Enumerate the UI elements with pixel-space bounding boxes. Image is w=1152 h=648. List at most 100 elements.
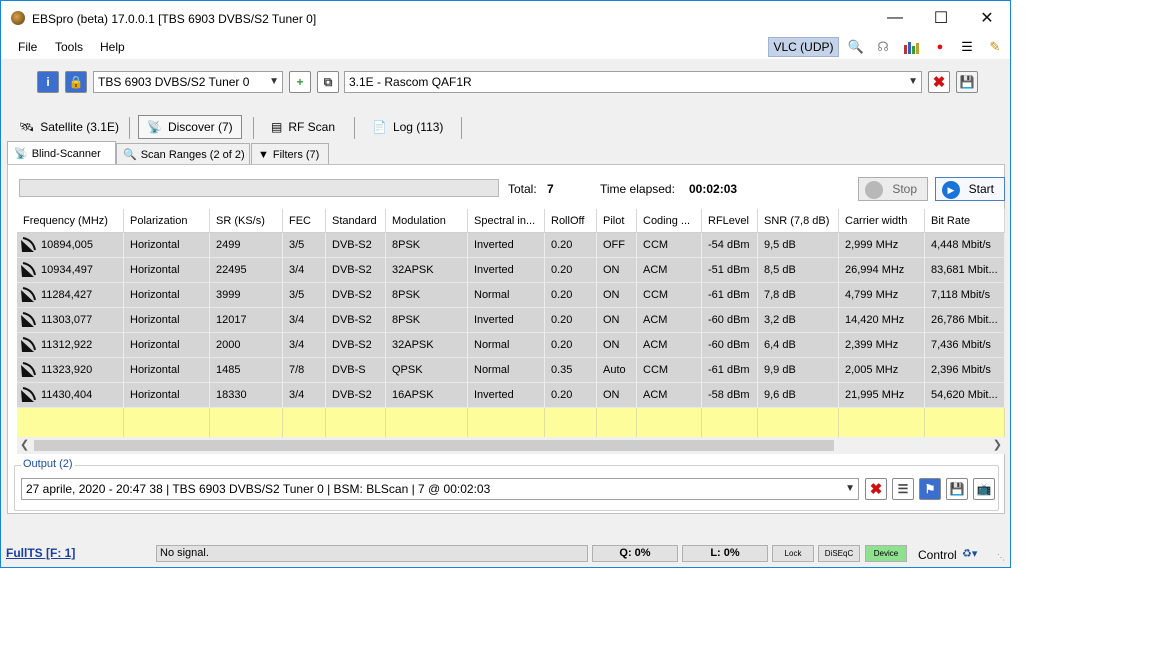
start-button[interactable]: ▶ Start <box>935 177 1005 201</box>
stop-button[interactable]: Stop <box>858 177 928 201</box>
column-header[interactable]: Carrier width <box>839 209 925 232</box>
satellite-dish-icon: 📡 <box>147 120 162 134</box>
column-header[interactable]: Polarization <box>124 209 210 232</box>
table-row[interactable]: 11284,427 Horizontal 3999 3/5 DVB-S2 8PSK Norm… <box>17 283 1005 308</box>
cell-spectral-inversion: Normal <box>468 283 545 307</box>
tv-icon[interactable]: 📺 <box>973 478 995 500</box>
control-label[interactable]: Control <box>918 548 957 562</box>
resize-grip-icon[interactable]: ⋱ <box>997 553 1005 562</box>
control-dropdown-icon[interactable]: ♻▾ <box>962 547 977 560</box>
tab-scan-ranges[interactable]: 🔍 Scan Ranges (2 of 2) <box>116 143 250 165</box>
table-row[interactable]: 11430,404 Horizontal 18330 3/4 DVB-S2 16APSK I… <box>17 383 1005 408</box>
table-row[interactable]: 11303,077 Horizontal 12017 3/4 DVB-S2 8PSK Inv… <box>17 308 1005 333</box>
table-row[interactable]: 11312,922 Horizontal 2000 3/4 DVB-S2 32APSK No… <box>17 333 1005 358</box>
column-header[interactable]: Frequency (MHz) <box>17 209 124 232</box>
menu-help[interactable]: Help <box>100 40 125 54</box>
cell-polarization: Horizontal <box>124 283 210 307</box>
scroll-left-icon[interactable]: ❮ <box>20 438 29 451</box>
frequency-text: 10894,005 <box>41 238 93 251</box>
filter-icon: ▼ <box>258 148 269 161</box>
column-header[interactable]: SNR (7,8 dB) <box>758 209 839 232</box>
flag-icon[interactable]: ⚑ <box>919 478 941 500</box>
cell-polarization: Horizontal <box>124 233 210 257</box>
cell-standard: DVB-S <box>326 358 386 382</box>
column-header[interactable]: RFLevel <box>702 209 758 232</box>
edit-icon[interactable]: ✎ <box>986 38 1004 56</box>
column-header[interactable]: FEC <box>283 209 326 232</box>
cell-coding: CCM <box>637 283 702 307</box>
scrollbar-thumb[interactable] <box>34 440 834 451</box>
horizontal-scrollbar[interactable]: ❮ ❯ <box>17 437 1005 454</box>
table-row[interactable]: 11323,920 Horizontal 1485 7/8 DVB-S QPSK Norma… <box>17 358 1005 383</box>
satellite-dish-icon[interactable]: ☊ <box>874 38 892 56</box>
cell-modulation: QPSK <box>386 358 468 382</box>
search-icon[interactable]: 🔍 <box>847 38 865 56</box>
maximize-button[interactable]: ☐ <box>918 1 964 35</box>
scroll-right-icon[interactable]: ❯ <box>993 438 1002 451</box>
column-header[interactable]: RollOff <box>545 209 597 232</box>
bar-chart-icon[interactable] <box>902 38 920 56</box>
close-button[interactable]: ✕ <box>964 1 1010 35</box>
column-header[interactable]: Modulation <box>386 209 468 232</box>
list-icon[interactable]: ☰ <box>958 38 976 56</box>
clear-output-icon[interactable]: ✖ <box>865 478 887 500</box>
cell-standard: DVB-S2 <box>326 308 386 332</box>
cell-rolloff: 0.20 <box>545 383 597 407</box>
minimize-button[interactable]: — <box>872 1 918 35</box>
cell-bit-rate: 2,396 Mbit/s <box>925 358 1005 382</box>
chevron-down-icon: ▼ <box>845 483 855 494</box>
output-select[interactable]: 27 aprile, 2020 - 20:47 38 | TBS 6903 DV… <box>21 478 859 500</box>
column-header[interactable]: Bit Rate <box>925 209 1005 232</box>
list-icon[interactable]: ☰ <box>892 478 914 500</box>
cell-spectral-inversion: Inverted <box>468 383 545 407</box>
empty-cell <box>283 408 326 438</box>
tab-discover[interactable]: 📡 Discover (7) <box>138 115 242 139</box>
satellite-select[interactable]: 3.1E - Rascom QAF1R ▼ <box>344 71 922 93</box>
tab-log[interactable]: 📄 Log (113) <box>364 115 451 139</box>
column-header[interactable]: Standard <box>326 209 386 232</box>
cell-pilot: ON <box>597 333 637 357</box>
cell-coding: ACM <box>637 383 702 407</box>
output-legend: Output (2) <box>21 458 75 470</box>
menu-file[interactable]: File <box>18 40 37 54</box>
delete-icon[interactable]: ✖ <box>928 71 950 93</box>
cell-bit-rate: 54,620 Mbit... <box>925 383 1005 407</box>
column-header[interactable]: Spectral in... <box>468 209 545 232</box>
cell-rolloff: 0.35 <box>545 358 597 382</box>
total-label: Total: <box>508 182 537 196</box>
tab-satellite[interactable]: 🛰 Satellite (3.1E) <box>11 115 127 139</box>
cell-snr: 9,5 dB <box>758 233 839 257</box>
satellite-dish-icon <box>19 236 37 254</box>
add-icon[interactable]: + <box>289 71 311 93</box>
tuner-select[interactable]: TBS 6903 DVBS/S2 Tuner 0 ▼ <box>93 71 283 93</box>
save-icon[interactable]: 💾 <box>956 71 978 93</box>
signal-status: No signal. <box>156 545 588 562</box>
save-icon[interactable]: 💾 <box>946 478 968 500</box>
empty-cell <box>758 408 839 438</box>
table-row[interactable]: 10934,497 Horizontal 22495 3/4 DVB-S2 32APSK I… <box>17 258 1005 283</box>
empty-cell <box>637 408 702 438</box>
app-icon <box>11 11 25 25</box>
column-header[interactable]: Coding ... <box>637 209 702 232</box>
tab-rf-scan[interactable]: ▤ RF Scan <box>263 115 343 139</box>
lock-icon[interactable]: 🔒 <box>65 71 87 93</box>
tab-filters[interactable]: ▼ Filters (7) <box>251 143 329 165</box>
copy-icon[interactable]: ⧉ <box>317 71 339 93</box>
table-row[interactable]: 10894,005 Horizontal 2499 3/5 DVB-S2 8PSK Inve… <box>17 233 1005 258</box>
cell-coding: CCM <box>637 358 702 382</box>
fullts-link[interactable]: FullTS [F: 1] <box>6 546 75 560</box>
cell-rolloff: 0.20 <box>545 283 597 307</box>
cell-frequency: 10934,497 <box>17 258 124 282</box>
column-header[interactable]: SR (KS/s) <box>210 209 283 232</box>
record-icon[interactable]: ● <box>931 38 949 56</box>
vlc-udp-button[interactable]: VLC (UDP) <box>768 37 839 57</box>
info-icon[interactable]: i <box>37 71 59 93</box>
cell-fec: 7/8 <box>283 358 326 382</box>
cell-modulation: 16APSK <box>386 383 468 407</box>
cell-pilot: Auto <box>597 358 637 382</box>
column-header[interactable]: Pilot <box>597 209 637 232</box>
tab-blind-scanner[interactable]: 📡 Blind-Scanner <box>7 141 116 165</box>
cell-rf-level: -61 dBm <box>702 283 758 307</box>
cell-modulation: 8PSK <box>386 283 468 307</box>
menu-tools[interactable]: Tools <box>55 40 83 54</box>
